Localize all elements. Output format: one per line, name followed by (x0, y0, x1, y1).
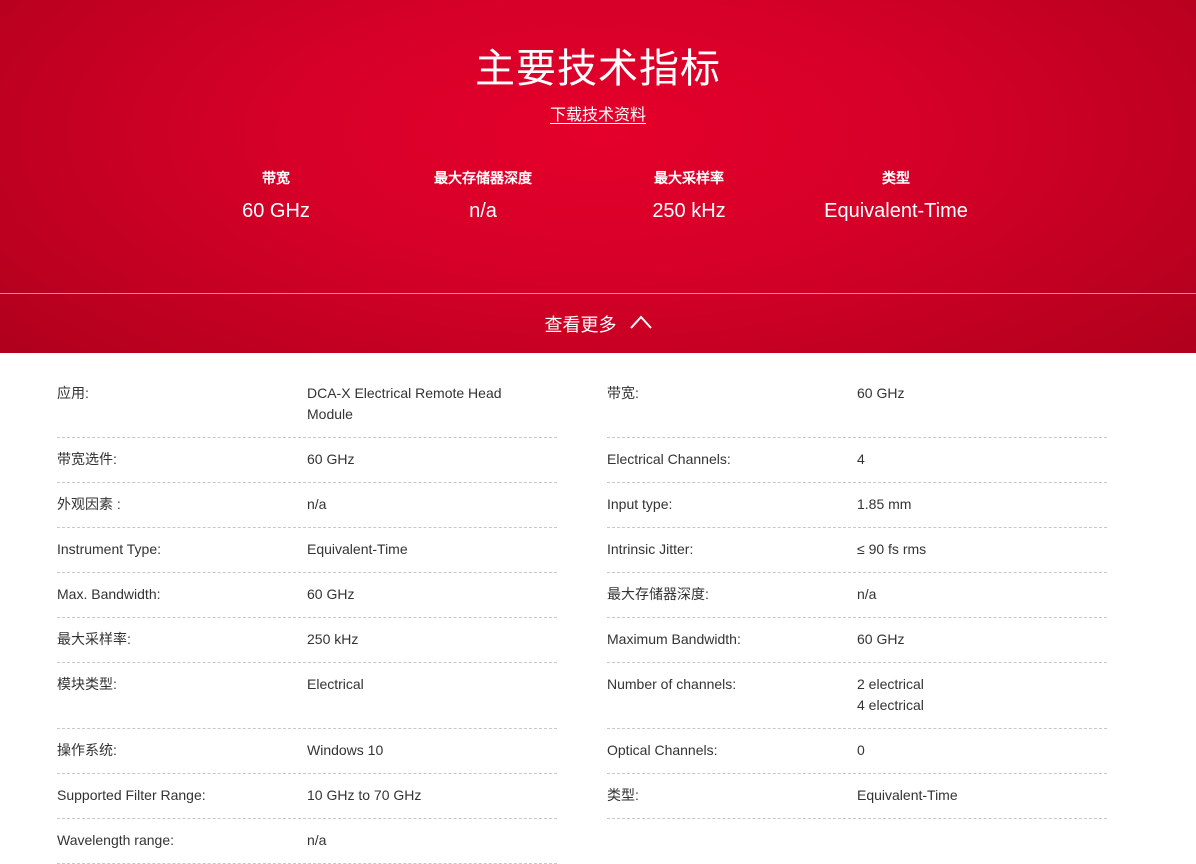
spec-key: Optical Channels: (607, 742, 718, 758)
metric-label: 类型 (882, 170, 910, 186)
spec-value-line: 60 GHz (857, 385, 905, 401)
spec-row: 带宽: 60 GHz (607, 372, 1107, 438)
page-title: 主要技术指标 (475, 47, 721, 91)
spec-value: n/a (857, 586, 877, 602)
view-more-label: 查看更多 (544, 315, 617, 335)
view-more-toggle[interactable]: 查看更多 (0, 311, 1196, 337)
metric-value: 60 GHz (242, 200, 310, 222)
spec-key: Input type: (607, 496, 673, 512)
spec-value: 0 (857, 742, 865, 758)
spec-row: 带宽选件: 60 GHz (57, 438, 557, 483)
metric-label: 带宽 (262, 170, 290, 186)
metric-label: 最大采样率 (654, 170, 724, 186)
spec-key: 应用: (57, 385, 89, 401)
metric-value: Equivalent-Time (824, 200, 968, 222)
metric-value: n/a (469, 200, 497, 222)
spec-column-right: 带宽: 60 GHz Electrical Channels: 4 Input … (607, 372, 1107, 819)
spec-row: 应用: DCA-X Electrical Remote Head Module (57, 372, 557, 438)
spec-value: 250 kHz (307, 631, 359, 647)
spec-row: Input type: 1.85 mm (607, 483, 1107, 528)
spec-value-spacer (307, 695, 557, 716)
spec-value-line: 2 electrical (857, 676, 924, 692)
metric-label: 最大存储器深度 (434, 170, 532, 186)
spec-row: Number of channels: 2 electrical 4 elect… (607, 663, 1107, 729)
spec-value-line: Module (307, 406, 353, 422)
spec-row: Electrical Channels: 4 (607, 438, 1107, 483)
spec-value: Electrical (307, 674, 557, 716)
spec-key: Maximum Bandwidth: (607, 631, 741, 647)
spec-value: 4 (857, 451, 865, 467)
spec-value-line: 4 electrical (857, 697, 924, 713)
metric-type: 类型 Equivalent-Time (786, 168, 1006, 223)
spec-key: Max. Bandwidth: (57, 586, 161, 602)
spec-row: Maximum Bandwidth: 60 GHz (607, 618, 1107, 663)
spec-value: 2 electrical 4 electrical (857, 674, 1107, 716)
spec-key: Supported Filter Range: (57, 787, 206, 803)
spec-row: 外观因素 : n/a (57, 483, 557, 528)
spec-row: Max. Bandwidth: 60 GHz (57, 573, 557, 618)
spec-key: Instrument Type: (57, 541, 162, 557)
spec-key: 类型: (607, 787, 639, 803)
metric-value: 250 kHz (652, 200, 726, 222)
spec-column-left: 应用: DCA-X Electrical Remote Head Module … (57, 372, 557, 864)
spec-key: Intrinsic Jitter: (607, 541, 694, 557)
spec-key: 带宽: (607, 385, 639, 401)
metric-bandwidth: 带宽 60 GHz (166, 168, 386, 223)
spec-value: 60 GHz (857, 383, 1107, 425)
spec-row: 模块类型: Electrical (57, 663, 557, 729)
spec-value: Equivalent-Time (857, 787, 958, 803)
spec-row: Supported Filter Range: 10 GHz to 70 GHz (57, 774, 557, 819)
spec-value: 60 GHz (857, 631, 905, 647)
spec-value: n/a (307, 832, 327, 848)
spec-key: Wavelength range: (57, 832, 174, 848)
spec-value: 60 GHz (307, 451, 355, 467)
spec-key: 操作系统: (57, 742, 117, 758)
spec-value: n/a (307, 496, 327, 512)
spec-key: 带宽选件: (57, 451, 117, 467)
spec-key: Number of channels: (607, 676, 737, 692)
key-specs-banner: 主要技术指标 下载技术资料 带宽 60 GHz 最大存储器深度 n/a 最大采样… (0, 0, 1196, 353)
spec-key: Electrical Channels: (607, 451, 731, 467)
spec-row: Wavelength range: n/a (57, 819, 557, 864)
spec-value: Windows 10 (307, 742, 384, 758)
spec-row: Instrument Type: Equivalent-Time (57, 528, 557, 573)
spec-row: 类型: Equivalent-Time (607, 774, 1107, 819)
metric-memory-depth: 最大存储器深度 n/a (373, 168, 593, 223)
banner-divider (0, 293, 1196, 294)
spec-row: 操作系统: Windows 10 (57, 729, 557, 774)
spec-row: Intrinsic Jitter: ≤ 90 fs rms (607, 528, 1107, 573)
spec-row: Optical Channels: 0 (607, 729, 1107, 774)
download-datasheet-row: 下载技术资料 (0, 101, 1196, 125)
spec-key: 最大采样率: (57, 631, 131, 647)
spec-value: 1.85 mm (857, 496, 912, 512)
spec-key: 外观因素 : (57, 496, 121, 512)
download-datasheet-link[interactable]: 下载技术资料 (550, 107, 646, 124)
spec-value-line: DCA-X Electrical Remote Head (307, 385, 502, 401)
spec-value-spacer (857, 404, 1107, 425)
spec-value: 60 GHz (307, 586, 355, 602)
spec-value: Equivalent-Time (307, 541, 408, 557)
spec-value: 10 GHz to 70 GHz (307, 787, 422, 803)
spec-key: 最大存储器深度: (607, 586, 709, 602)
spec-value: ≤ 90 fs rms (857, 541, 927, 557)
spec-value: DCA-X Electrical Remote Head Module (307, 383, 557, 425)
spec-row: 最大存储器深度: n/a (607, 573, 1107, 618)
spec-row: 最大采样率: 250 kHz (57, 618, 557, 663)
spec-value-line: Electrical (307, 676, 364, 692)
metric-sample-rate: 最大采样率 250 kHz (579, 168, 799, 223)
spec-key: 模块类型: (57, 676, 117, 692)
chevron-up-icon (629, 313, 652, 334)
